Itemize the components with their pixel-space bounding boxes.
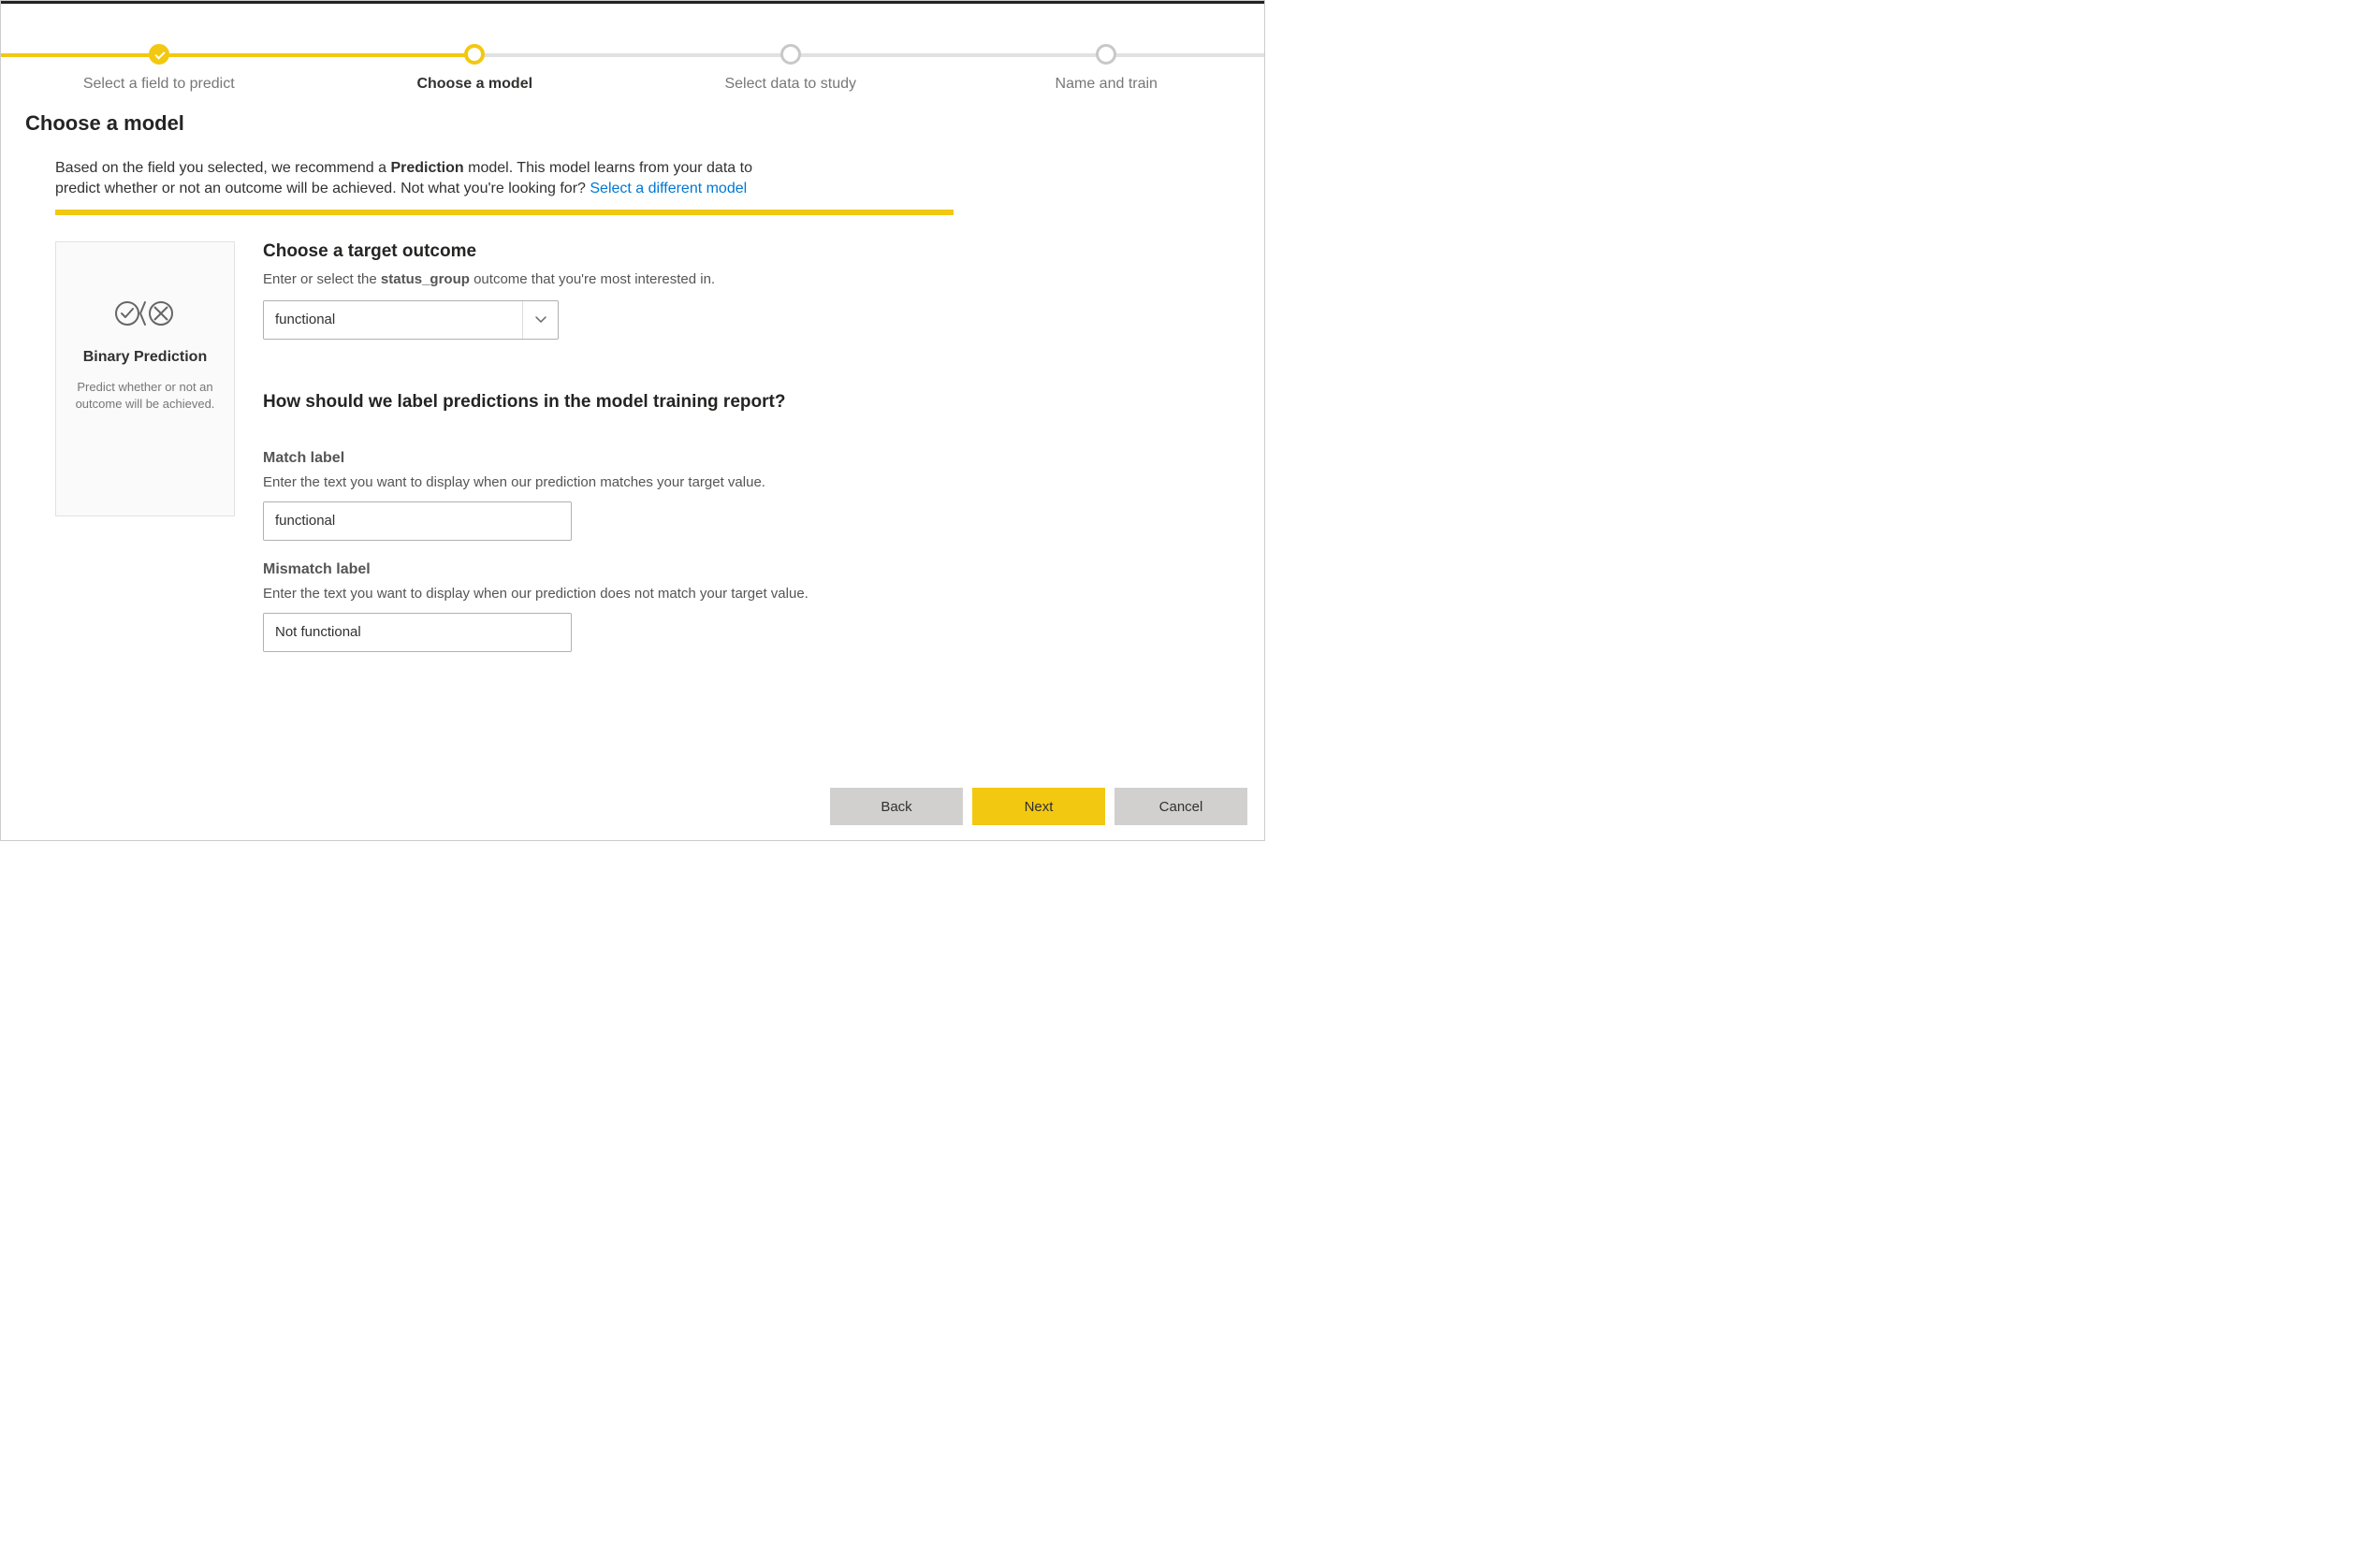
model-card-binary-prediction[interactable]: Binary Prediction Predict whether or not… bbox=[55, 241, 235, 516]
label-predictions-heading: How should we label predictions in the m… bbox=[263, 392, 937, 413]
model-card-title: Binary Prediction bbox=[67, 349, 223, 366]
target-outcome-input[interactable] bbox=[264, 301, 522, 339]
wizard-footer: Back Next Cancel bbox=[830, 788, 1247, 825]
step-label: Choose a model bbox=[317, 76, 634, 93]
wizard-stepper: Select a field to predict Choose a model… bbox=[1, 27, 1264, 93]
chevron-down-icon bbox=[534, 313, 547, 327]
mismatch-label-subtext: Enter the text you want to display when … bbox=[263, 586, 937, 602]
target-outcome-dropdown-button[interactable] bbox=[522, 301, 558, 339]
select-different-model-link[interactable]: Select a different model bbox=[590, 181, 747, 196]
accent-divider bbox=[55, 210, 954, 215]
step-label: Select data to study bbox=[633, 76, 949, 93]
target-outcome-subtext: Enter or select the status_group outcome… bbox=[263, 271, 937, 287]
top-border bbox=[1, 1, 1264, 4]
mismatch-label-heading: Mismatch label bbox=[263, 561, 937, 578]
back-button[interactable]: Back bbox=[830, 788, 963, 825]
step-label: Name and train bbox=[949, 76, 1265, 93]
binary-prediction-icon bbox=[67, 295, 223, 332]
step-select-field[interactable]: Select a field to predict bbox=[1, 27, 317, 93]
step-select-data[interactable]: Select data to study bbox=[633, 27, 949, 93]
desc-prefix: Based on the field you selected, we reco… bbox=[55, 160, 390, 176]
match-label-subtext: Enter the text you want to display when … bbox=[263, 474, 937, 490]
page-title: Choose a model bbox=[25, 111, 1264, 136]
step-circle-icon bbox=[780, 44, 801, 65]
cancel-button[interactable]: Cancel bbox=[1114, 788, 1247, 825]
step-circle-current-icon bbox=[464, 44, 485, 65]
match-label-input[interactable] bbox=[263, 501, 572, 541]
match-label-heading: Match label bbox=[263, 450, 937, 467]
step-name-train[interactable]: Name and train bbox=[949, 27, 1265, 93]
model-recommendation-text: Based on the field you selected, we reco… bbox=[55, 158, 794, 200]
target-outcome-combobox[interactable] bbox=[263, 300, 559, 340]
checkmark-icon bbox=[149, 44, 169, 65]
target-outcome-heading: Choose a target outcome bbox=[263, 241, 937, 262]
next-button[interactable]: Next bbox=[972, 788, 1105, 825]
model-card-desc: Predict whether or not an outcome will b… bbox=[67, 379, 223, 413]
desc-bold: Prediction bbox=[390, 160, 463, 176]
step-label: Select a field to predict bbox=[1, 76, 317, 93]
step-choose-model[interactable]: Choose a model bbox=[317, 27, 634, 93]
mismatch-label-input[interactable] bbox=[263, 613, 572, 652]
step-circle-icon bbox=[1096, 44, 1116, 65]
